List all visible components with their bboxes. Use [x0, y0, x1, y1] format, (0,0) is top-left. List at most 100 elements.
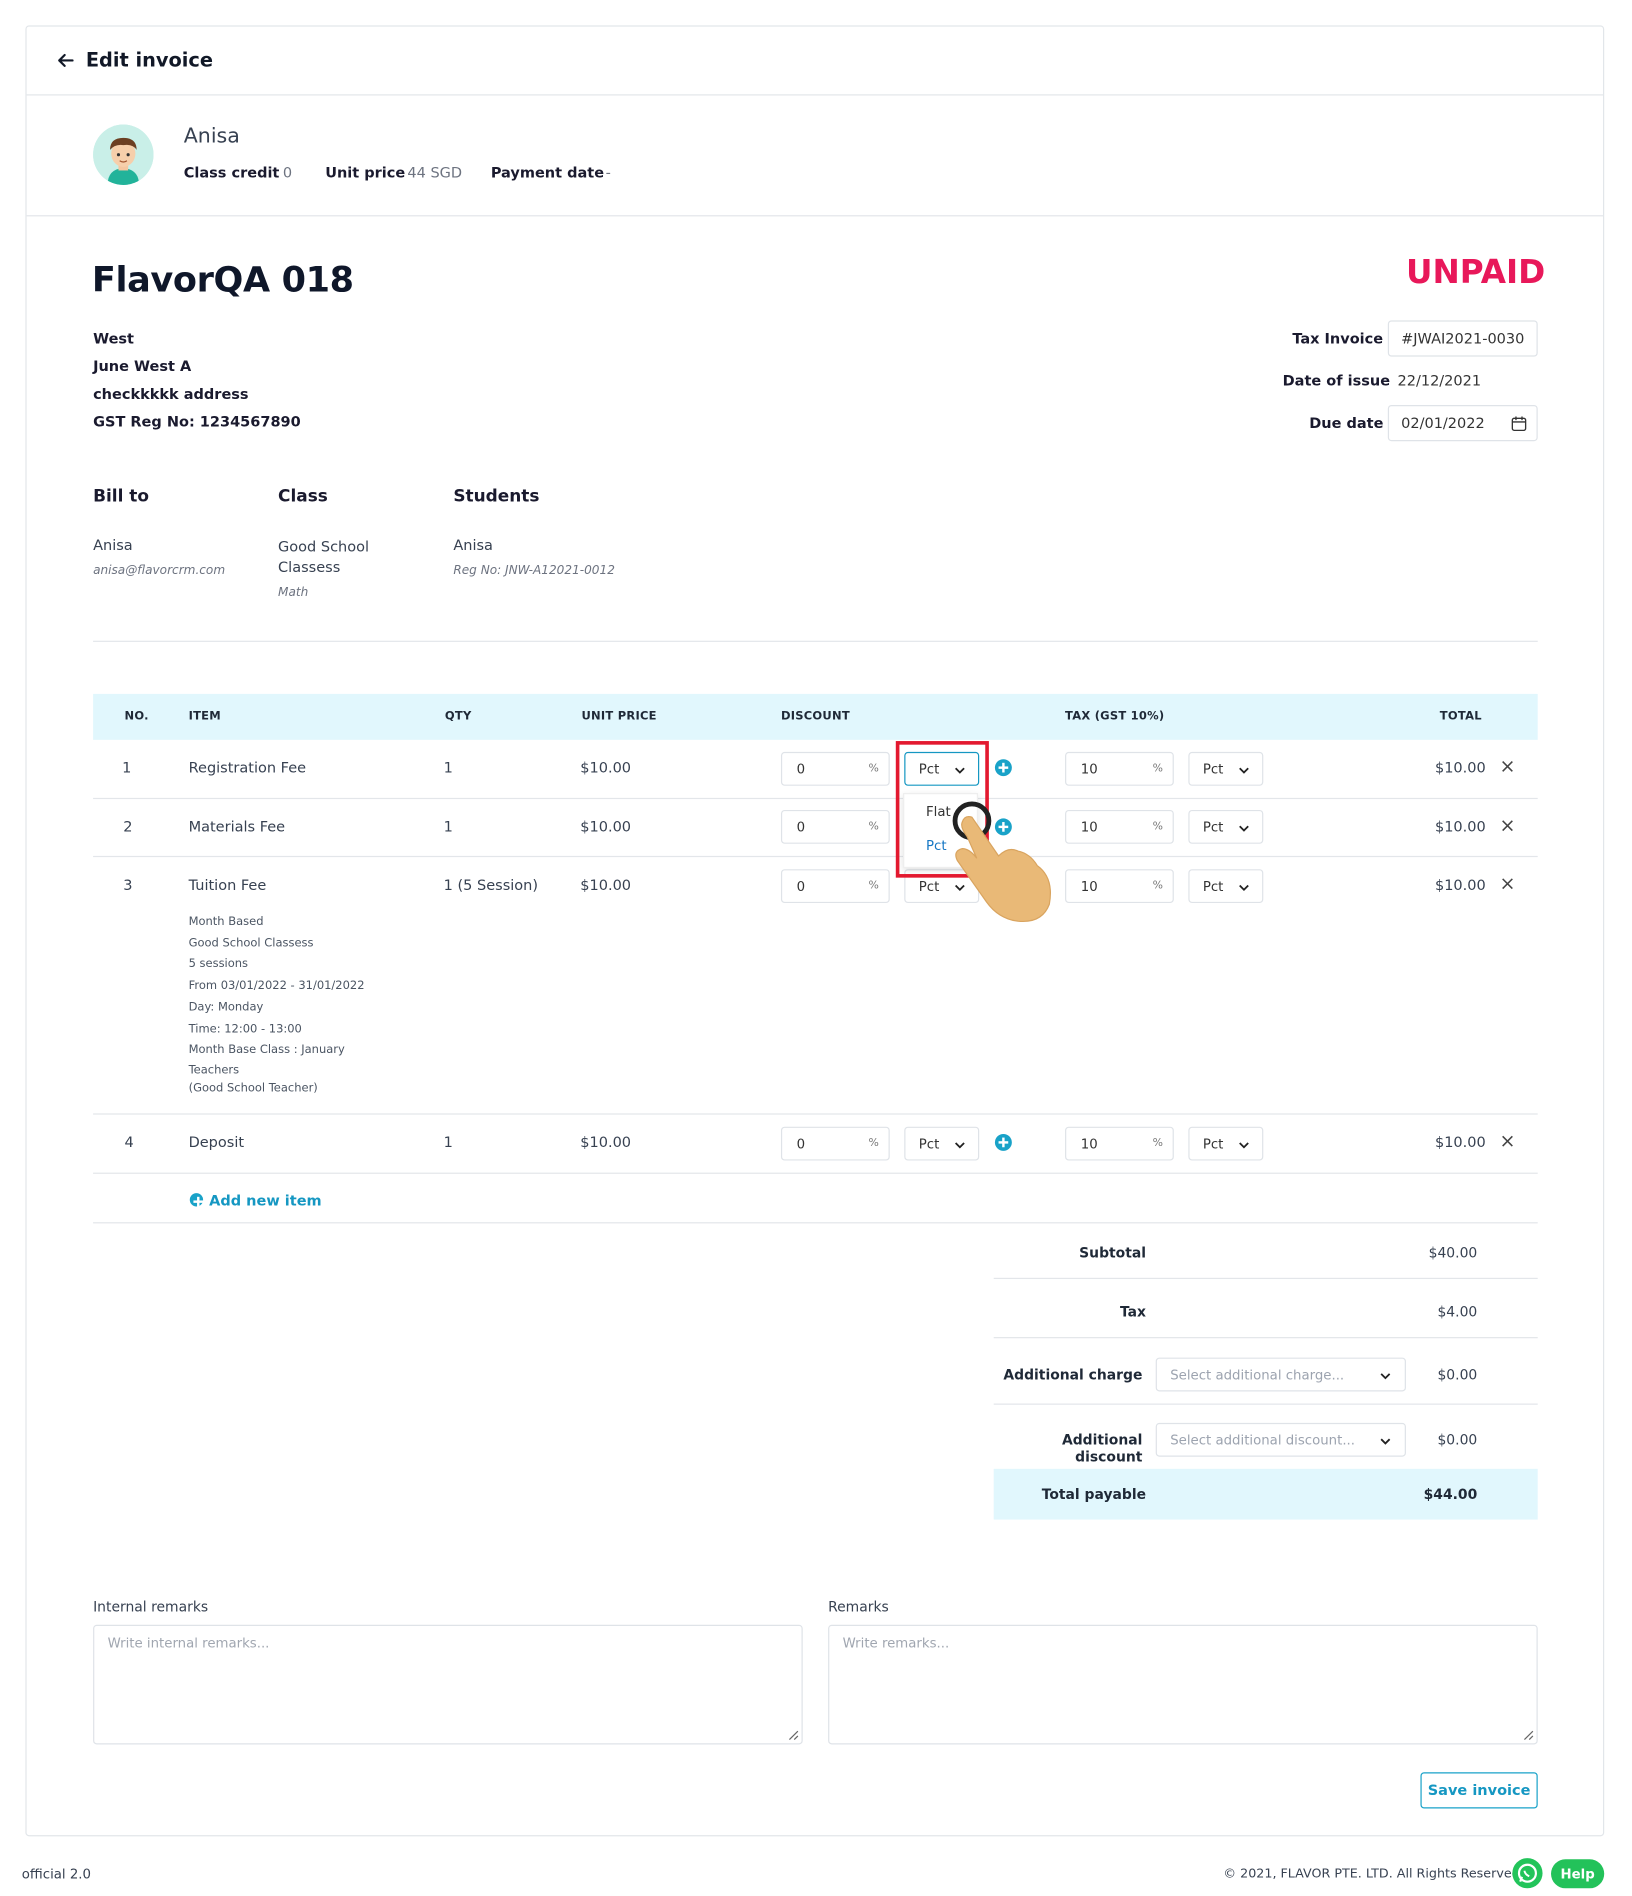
company-line: GST Reg No: 1234567890 [93, 413, 301, 431]
discount-type-value: Pct [918, 1136, 940, 1153]
tax-invoice-value: #JWAI2021-0030 [1401, 330, 1525, 347]
bill-to-name: Anisa [93, 536, 133, 554]
add-new-item-label: Add new item [209, 1191, 322, 1209]
row-total: $10.00 [1434, 1133, 1486, 1151]
col-no: NO. [124, 709, 149, 723]
help-button[interactable]: Help [1551, 1859, 1605, 1889]
student-reg-no: Reg No: JNW-A12021-0012 [453, 564, 615, 578]
detail-line: Day: Monday [188, 1000, 264, 1015]
tax-label: Tax [1119, 1303, 1147, 1321]
remarks-input[interactable]: Write remarks... [828, 1624, 1538, 1745]
tax-invoice-label: Tax Invoice [1292, 330, 1384, 347]
col-qty: QTY [444, 709, 472, 723]
close-icon[interactable] [1500, 759, 1515, 774]
tax-type-select[interactable]: Pct [1188, 869, 1264, 904]
internal-remarks-placeholder: Write internal remarks... [107, 1635, 270, 1652]
pointer-hand-icon [952, 801, 1051, 923]
footer: official 2.0 © 2021, FLAVOR PTE. LTD. Al… [0, 1852, 1632, 1896]
invoice-title: FlavorQA 018 [91, 258, 354, 300]
bill-to-label: Bill to [93, 487, 150, 507]
detail-line: Month Base Class : January [188, 1043, 345, 1057]
row-item: Registration Fee [188, 759, 307, 777]
tax-type-value: Pct [1202, 761, 1224, 778]
row-qty: 1 [443, 1133, 453, 1151]
tax-total-value: $4.00 [1437, 1303, 1478, 1321]
tax-value: 10 [1080, 761, 1098, 778]
row-unit-price: $10.00 [580, 1133, 632, 1151]
row-item: Materials Fee [188, 818, 286, 836]
student-item-name: Anisa [453, 536, 493, 554]
row-total: $10.00 [1434, 876, 1486, 894]
close-icon[interactable] [1500, 818, 1515, 833]
col-item: ITEM [188, 709, 221, 723]
add-discount-icon[interactable] [994, 1133, 1012, 1151]
version-text: official 2.0 [21, 1866, 91, 1883]
discount-input[interactable]: 0% [780, 869, 890, 904]
resize-handle-icon[interactable] [1523, 1730, 1534, 1741]
calendar-icon[interactable] [1511, 416, 1527, 432]
add-new-item-button[interactable]: Add new item [189, 1191, 322, 1209]
row-no: 3 [123, 876, 133, 894]
row-unit-price: $10.00 [580, 818, 632, 836]
tax-value: 10 [1080, 1136, 1098, 1153]
subtotal-label: Subtotal [1079, 1243, 1147, 1261]
table-header: NO. ITEM QTY UNIT PRICE DISCOUNT TAX (GS… [93, 693, 1538, 740]
tax-input[interactable]: 10% [1065, 869, 1174, 904]
row-unit-price: $10.00 [580, 759, 632, 777]
save-invoice-button[interactable]: Save invoice [1420, 1772, 1538, 1809]
discount-type-value: Pct [918, 878, 940, 895]
row-no: 1 [122, 759, 132, 777]
percent-suffix: % [868, 762, 879, 775]
due-date-label: Due date [1309, 414, 1384, 432]
discount-value: 0 [796, 878, 806, 895]
arrow-left-icon[interactable] [54, 50, 76, 72]
close-icon[interactable] [1500, 1134, 1515, 1149]
add-discount-icon[interactable] [994, 759, 1012, 777]
students-label: Students [453, 487, 540, 507]
tax-type-select[interactable]: Pct [1188, 1126, 1264, 1161]
class-label: Class [278, 487, 328, 507]
divider [26, 215, 1604, 217]
col-total: TOTAL [1439, 709, 1482, 723]
percent-suffix: % [1152, 762, 1163, 775]
discount-value: 0 [796, 819, 806, 836]
detail-line: From 03/01/2022 - 31/01/2022 [188, 979, 365, 993]
due-date-field[interactable]: 02/01/2022 [1387, 404, 1538, 442]
internal-remarks-input[interactable]: Write internal remarks... [93, 1624, 803, 1745]
divider [993, 1277, 1538, 1280]
percent-suffix: % [868, 820, 879, 833]
tax-type-value: Pct [1202, 1136, 1224, 1153]
percent-suffix: % [1152, 820, 1163, 833]
row-item: Deposit [188, 1133, 245, 1151]
tax-input[interactable]: 10% [1065, 751, 1174, 786]
tax-input[interactable]: 10% [1065, 1126, 1174, 1161]
additional-discount-label: Additional discount [1061, 1431, 1143, 1466]
detail-line: Month Based [188, 915, 264, 929]
unit-price-label: Unit price [325, 164, 406, 182]
internal-remarks-label: Internal remarks [93, 1598, 209, 1616]
col-unit-price: UNIT PRICE [581, 709, 657, 723]
tax-type-select[interactable]: Pct [1188, 809, 1264, 844]
tax-input[interactable]: 10% [1065, 809, 1174, 844]
discount-input[interactable]: 0% [780, 751, 890, 786]
close-icon[interactable] [1500, 876, 1515, 891]
discount-type-select[interactable]: Pct [904, 1126, 980, 1161]
row-qty: 1 [443, 759, 453, 777]
class-credit-value: 0 [282, 164, 293, 182]
divider [993, 1337, 1538, 1339]
date-of-issue-label: Date of issue [1282, 372, 1391, 390]
chevron-down-icon [954, 1142, 965, 1149]
discount-input[interactable]: 0% [780, 809, 890, 844]
tax-invoice-field[interactable]: #JWAI2021-0030 [1387, 320, 1538, 357]
tax-type-select[interactable]: Pct [1188, 751, 1264, 786]
unit-price-value: 44 SGD [407, 164, 463, 182]
divider [93, 1222, 1538, 1224]
tax-value: 10 [1080, 819, 1098, 836]
resize-handle-icon[interactable] [788, 1730, 799, 1741]
divider [993, 1403, 1538, 1405]
tax-type-value: Pct [1202, 819, 1224, 836]
company-line: June West A [93, 357, 192, 375]
whatsapp-icon[interactable] [1512, 1858, 1543, 1889]
discount-input[interactable]: 0% [780, 1126, 890, 1161]
class-subject: Math [278, 586, 309, 600]
